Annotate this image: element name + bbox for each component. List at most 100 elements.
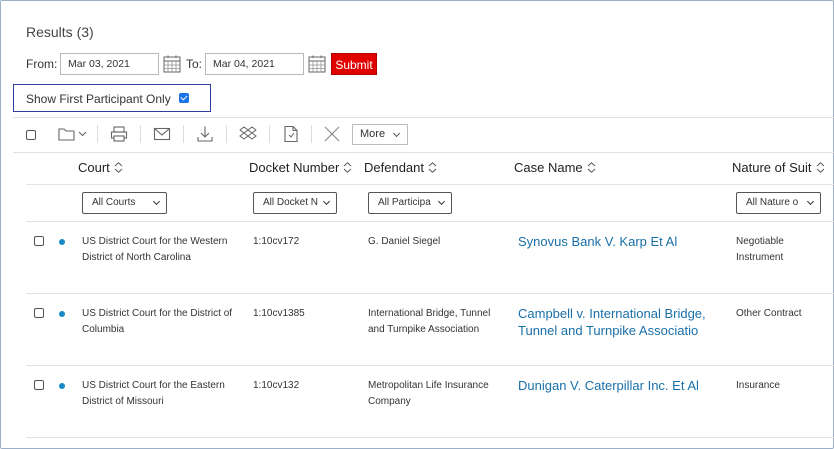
- from-date-input[interactable]: Mar 03, 2021: [60, 53, 159, 75]
- column-header-label: Case Name: [514, 160, 583, 175]
- row-checkbox[interactable]: [34, 380, 44, 390]
- email-icon[interactable]: [153, 125, 171, 143]
- docket-cell: 1:10cv132: [253, 380, 300, 391]
- print-icon[interactable]: [110, 125, 128, 143]
- cell-line: Other Contract: [736, 308, 802, 319]
- chevron-down-icon: [806, 197, 815, 206]
- court-cell: US District Court for the Eastern Distri…: [82, 378, 247, 410]
- calendar-icon[interactable]: [308, 55, 326, 73]
- divider: [26, 221, 834, 222]
- more-label: More: [360, 128, 386, 140]
- nature-cell: Negotiable Instrument: [736, 234, 831, 266]
- column-header-nature-of-suit[interactable]: Nature of Suit: [732, 160, 825, 175]
- nature-filter-value: All Nature o: [746, 197, 799, 208]
- to-date-input[interactable]: Mar 04, 2021: [205, 53, 304, 75]
- chevron-down-icon: [392, 129, 401, 138]
- divider: [13, 117, 834, 118]
- row-checkbox[interactable]: [34, 308, 44, 318]
- column-header-docket[interactable]: Docket Number: [249, 160, 352, 175]
- cell-line: Tunnel and Turnpike Associatio: [518, 323, 699, 338]
- cell-line: District of Missouri: [82, 396, 164, 407]
- defendant-filter-value: All Participa: [378, 197, 431, 208]
- chevron-down-icon: [152, 197, 161, 206]
- docket-cell: 1:10cv172: [253, 236, 300, 247]
- cell-line: International Bridge, Tunnel: [368, 308, 491, 319]
- results-title: Results (3): [26, 24, 94, 40]
- calendar-icon[interactable]: [163, 55, 181, 73]
- more-button[interactable]: More: [352, 124, 408, 145]
- docket-filter-value: All Docket N: [263, 197, 319, 208]
- sort-icon[interactable]: [587, 162, 596, 173]
- divider: [26, 365, 834, 366]
- cell-line: Columbia: [82, 324, 125, 335]
- court-cell: US District Court for the Western Distri…: [82, 234, 247, 266]
- divider: [26, 293, 834, 294]
- case-name-link[interactable]: Campbell v. International Bridge, Tunnel…: [518, 305, 728, 339]
- show-first-participant-option[interactable]: Show First Participant Only: [13, 84, 211, 112]
- column-header-label: Court: [78, 160, 110, 175]
- status-dot: [59, 239, 65, 245]
- cell-line: and Turnpike Association: [368, 324, 480, 335]
- cell-line: US District Court for the Western: [82, 236, 228, 247]
- folder-icon[interactable]: [58, 125, 76, 143]
- toolbar-separator: [226, 125, 227, 143]
- column-header-label: Nature of Suit: [732, 160, 812, 175]
- select-all-checkbox[interactable]: [26, 130, 36, 140]
- nature-filter-select[interactable]: All Nature o: [736, 192, 821, 214]
- defendant-cell: International Bridge, Tunnel and Turnpik…: [368, 306, 508, 338]
- column-header-defendant[interactable]: Defendant: [364, 160, 437, 175]
- chevron-down-icon: [437, 197, 446, 206]
- court-cell: US District Court for the District of Co…: [82, 306, 247, 338]
- divider: [26, 184, 834, 185]
- defendant-cell: Metropolitan Life Insurance Company: [368, 378, 508, 410]
- sort-icon[interactable]: [114, 162, 123, 173]
- toolbar-separator: [140, 125, 141, 143]
- from-label: From:: [26, 57, 58, 71]
- sort-icon[interactable]: [343, 162, 352, 173]
- toolbar-separator: [269, 125, 270, 143]
- row-checkbox[interactable]: [34, 236, 44, 246]
- cell-line: Company: [368, 396, 411, 407]
- download-icon[interactable]: [196, 125, 214, 143]
- submit-button[interactable]: Submit: [331, 53, 377, 75]
- toolbar-separator: [183, 125, 184, 143]
- show-first-checkbox[interactable]: [179, 93, 189, 103]
- cell-line: US District Court for the District of: [82, 308, 233, 319]
- sort-icon[interactable]: [428, 162, 437, 173]
- docket-cell: 1:10cv1385: [253, 308, 305, 319]
- defendant-filter-select[interactable]: All Participa: [368, 192, 452, 214]
- cell-line: Dunigan V. Caterpillar Inc. Et Al: [518, 378, 699, 393]
- divider: [13, 152, 834, 153]
- status-dot: [59, 383, 65, 389]
- defendant-cell: G. Daniel Siegel: [368, 234, 508, 250]
- cell-line: Instrument: [736, 252, 784, 263]
- status-dot: [59, 311, 65, 317]
- cell-line: Campbell v. International Bridge,: [518, 306, 706, 321]
- case-name-link[interactable]: Dunigan V. Caterpillar Inc. Et Al: [518, 377, 728, 394]
- close-icon[interactable]: [323, 125, 341, 143]
- docket-filter-select[interactable]: All Docket N: [253, 192, 337, 214]
- column-header-label: Defendant: [364, 160, 424, 175]
- divider: [26, 437, 834, 438]
- cell-line: G. Daniel Siegel: [368, 236, 441, 247]
- cell-line: Insurance: [736, 380, 780, 391]
- column-header-label: Docket Number: [249, 160, 340, 175]
- nature-cell: Insurance: [736, 378, 831, 394]
- toolbar-separator: [97, 125, 98, 143]
- dropbox-icon[interactable]: [239, 125, 257, 143]
- show-first-label: Show First Participant Only: [26, 92, 171, 106]
- chevron-down-icon[interactable]: [78, 131, 87, 137]
- chevron-down-icon: [322, 197, 331, 206]
- court-filter-value: All Courts: [92, 197, 136, 208]
- document-icon[interactable]: [282, 125, 300, 143]
- case-name-link[interactable]: Synovus Bank V. Karp Et Al: [518, 233, 728, 250]
- column-header-court[interactable]: Court: [78, 160, 123, 175]
- cell-line: District of North Carolina: [82, 252, 191, 263]
- cell-line: Synovus Bank V. Karp Et Al: [518, 234, 678, 249]
- column-header-case-name[interactable]: Case Name: [514, 160, 596, 175]
- toolbar-separator: [311, 125, 312, 143]
- nature-cell: Other Contract: [736, 306, 831, 322]
- cell-line: Metropolitan Life Insurance: [368, 380, 489, 391]
- sort-icon[interactable]: [816, 162, 825, 173]
- court-filter-select[interactable]: All Courts: [82, 192, 167, 214]
